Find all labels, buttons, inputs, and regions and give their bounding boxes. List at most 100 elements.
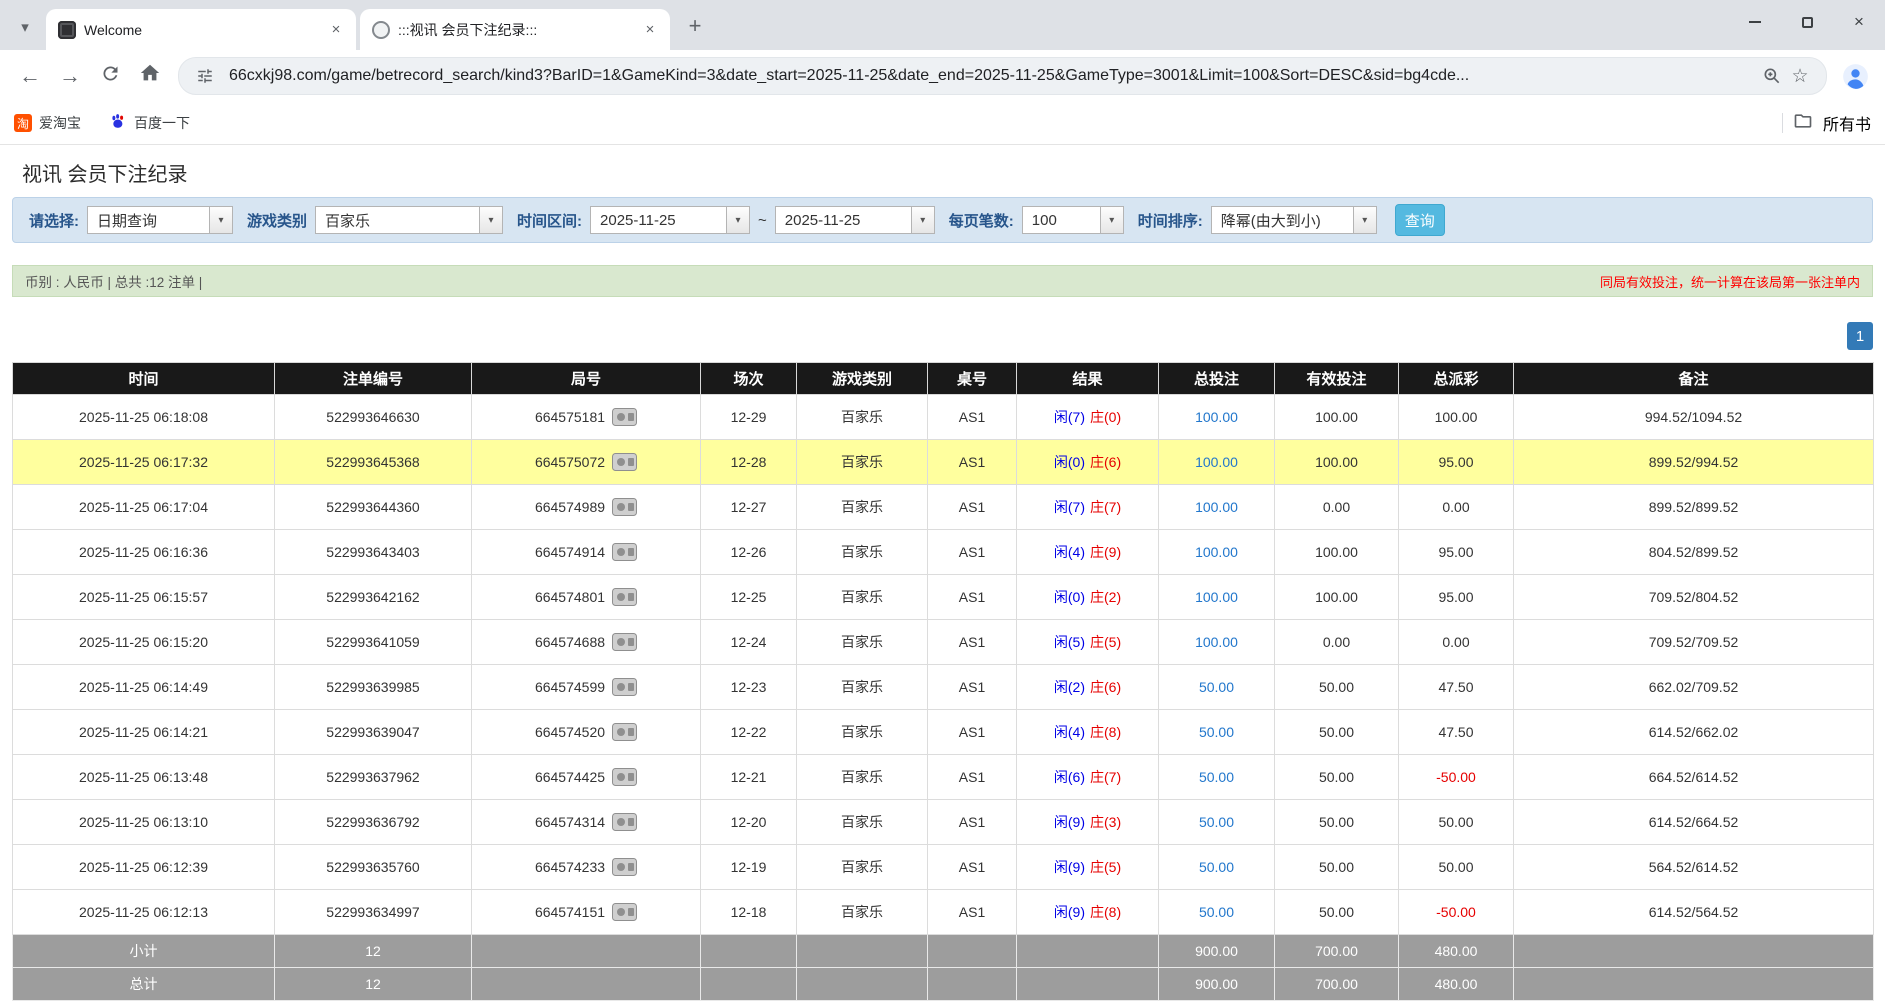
video-replay-icon[interactable]	[612, 498, 637, 516]
summary-bar: 币别 : 人民币 | 总共 :12 注单 | 同局有效投注，统一计算在该局第一张…	[12, 265, 1873, 297]
home-button[interactable]	[130, 56, 170, 96]
cell-table: AS1	[928, 755, 1017, 800]
currency-summary: 币别 : 人民币 | 总共 :12 注单 |	[25, 271, 202, 291]
total-bet-link[interactable]: 100.00	[1195, 634, 1238, 650]
tab-close-icon[interactable]: ×	[326, 20, 346, 40]
minimize-button[interactable]	[1729, 0, 1781, 44]
page-1-button[interactable]: 1	[1847, 322, 1873, 350]
cell-valid-bet: 100.00	[1275, 530, 1399, 575]
bookmark-taobao[interactable]: 淘 爱淘宝	[14, 113, 81, 133]
cell-total-bet: 50.00	[1159, 800, 1275, 845]
all-bookmarks-label[interactable]: 所有书	[1823, 111, 1871, 135]
cell-game: 百家乐	[797, 620, 928, 665]
chevron-down-icon[interactable]: ▾	[1353, 207, 1376, 233]
video-replay-icon[interactable]	[612, 813, 637, 831]
total-bet-link[interactable]: 50.00	[1199, 904, 1234, 920]
video-replay-icon[interactable]	[612, 858, 637, 876]
cell-table: AS1	[928, 575, 1017, 620]
page-size-select[interactable]: 100 ▾	[1022, 206, 1124, 234]
tab-close-icon[interactable]: ×	[640, 20, 660, 40]
cell-payout: 50.00	[1399, 845, 1514, 890]
total-bet-link[interactable]: 100.00	[1195, 409, 1238, 425]
search-button[interactable]: 查询	[1395, 204, 1445, 236]
result-banker: 庄(7)	[1090, 769, 1121, 785]
round-id: 664574233	[535, 859, 605, 875]
table-row: 2025-11-25 06:17:32 522993645368 6645750…	[13, 440, 1874, 485]
video-replay-icon[interactable]	[612, 543, 637, 561]
col-session: 场次	[701, 363, 797, 395]
total-bet-link[interactable]: 50.00	[1199, 814, 1234, 830]
refresh-button[interactable]	[90, 56, 130, 96]
close-window-button[interactable]: ×	[1833, 0, 1885, 44]
table-row: 2025-11-25 06:12:13 522993634997 6645741…	[13, 890, 1874, 935]
total-bet-link[interactable]: 50.00	[1199, 769, 1234, 785]
total-bet-link[interactable]: 50.00	[1199, 859, 1234, 875]
round-id: 664575072	[535, 454, 605, 470]
new-tab-button[interactable]: +	[678, 9, 712, 43]
cell-total-bet: 50.00	[1159, 755, 1275, 800]
taobao-icon: 淘	[14, 114, 32, 132]
video-replay-icon[interactable]	[612, 588, 637, 606]
tab-welcome[interactable]: Welcome ×	[46, 9, 356, 50]
total-valid-bet: 700.00	[1275, 968, 1399, 1001]
cell-game: 百家乐	[797, 845, 928, 890]
empty-cell	[701, 968, 797, 1001]
video-replay-icon[interactable]	[612, 768, 637, 786]
per-page-label: 每页笔数:	[949, 210, 1014, 231]
bookmark-star-icon[interactable]: ☆	[1786, 62, 1814, 90]
total-bet-link[interactable]: 100.00	[1195, 454, 1238, 470]
page-title: 视讯 会员下注纪录	[22, 158, 1885, 187]
cell-note: 662.02/709.52	[1514, 665, 1874, 710]
chevron-down-icon[interactable]: ▾	[1100, 207, 1123, 233]
empty-cell	[1514, 968, 1874, 1001]
forward-button[interactable]: →	[50, 56, 90, 96]
video-replay-icon[interactable]	[612, 723, 637, 741]
empty-cell	[472, 968, 701, 1001]
zoom-icon[interactable]	[1758, 62, 1786, 90]
sort-order-select[interactable]: 降幂(由大到小) ▾	[1211, 206, 1377, 234]
cell-time: 2025-11-25 06:14:21	[13, 710, 275, 755]
total-bet-link[interactable]: 50.00	[1199, 679, 1234, 695]
game-type-select[interactable]: 百家乐 ▾	[315, 206, 503, 234]
subtotal-row: 小计 12 900.00 700.00 480.00	[13, 935, 1874, 968]
maximize-button[interactable]	[1781, 0, 1833, 44]
bookmark-baidu[interactable]: 百度一下	[109, 112, 190, 135]
total-bet-link[interactable]: 100.00	[1195, 499, 1238, 515]
bookmark-label: 百度一下	[134, 113, 190, 133]
chevron-down-icon[interactable]: ▾	[209, 207, 232, 233]
video-replay-icon[interactable]	[612, 408, 637, 426]
total-bet-link[interactable]: 50.00	[1199, 724, 1234, 740]
video-replay-icon[interactable]	[612, 453, 637, 471]
result-player: 闲(7)	[1054, 409, 1085, 425]
back-button[interactable]: ←	[10, 56, 50, 96]
result-player: 闲(6)	[1054, 769, 1085, 785]
cell-note: 614.52/664.52	[1514, 800, 1874, 845]
chevron-down-icon[interactable]: ▾	[911, 207, 934, 233]
profile-avatar[interactable]	[1835, 56, 1875, 96]
chevron-down-icon[interactable]: ▾	[479, 207, 502, 233]
video-replay-icon[interactable]	[612, 903, 637, 921]
video-replay-icon[interactable]	[612, 678, 637, 696]
cell-time: 2025-11-25 06:18:08	[13, 395, 275, 440]
date-start-select[interactable]: 2025-11-25 ▾	[590, 206, 750, 234]
total-bet-link[interactable]: 100.00	[1195, 589, 1238, 605]
chevron-down-icon[interactable]: ▾	[726, 207, 749, 233]
tab-search-button[interactable]: ▾	[10, 12, 40, 42]
site-info-icon[interactable]	[191, 62, 219, 90]
table-row: 2025-11-25 06:14:49 522993639985 6645745…	[13, 665, 1874, 710]
cell-game: 百家乐	[797, 800, 928, 845]
date-end-select[interactable]: 2025-11-25 ▾	[775, 206, 935, 234]
cell-session: 12-27	[701, 485, 797, 530]
cell-table: AS1	[928, 845, 1017, 890]
cell-valid-bet: 50.00	[1275, 890, 1399, 935]
refresh-icon	[100, 63, 121, 90]
forward-icon: →	[59, 63, 81, 89]
cell-session: 12-18	[701, 890, 797, 935]
date-query-select[interactable]: 日期查询 ▾	[87, 206, 233, 234]
video-replay-icon[interactable]	[612, 633, 637, 651]
tab-bet-records[interactable]: :::视讯 会员下注纪录::: ×	[360, 9, 670, 50]
address-bar[interactable]: 66cxkj98.com/game/betrecord_search/kind3…	[178, 57, 1827, 95]
total-bet-link[interactable]: 100.00	[1195, 544, 1238, 560]
url-text[interactable]: 66cxkj98.com/game/betrecord_search/kind3…	[229, 67, 1748, 85]
cell-valid-bet: 100.00	[1275, 575, 1399, 620]
